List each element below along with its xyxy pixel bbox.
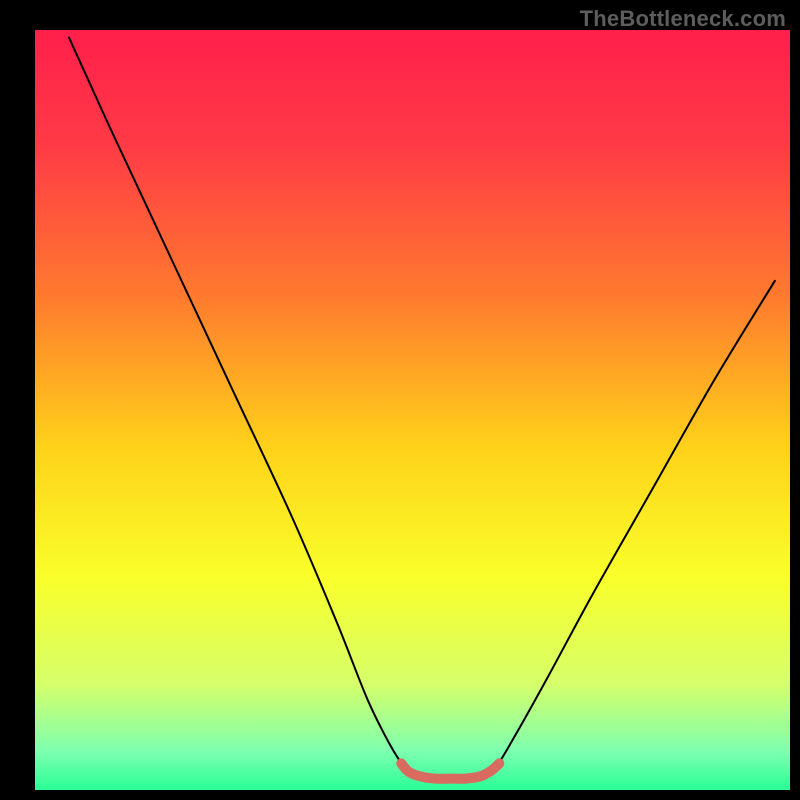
chart-frame: TheBottleneck.com xyxy=(0,0,800,800)
bottleneck-chart xyxy=(0,0,800,800)
plot-background xyxy=(35,30,790,790)
